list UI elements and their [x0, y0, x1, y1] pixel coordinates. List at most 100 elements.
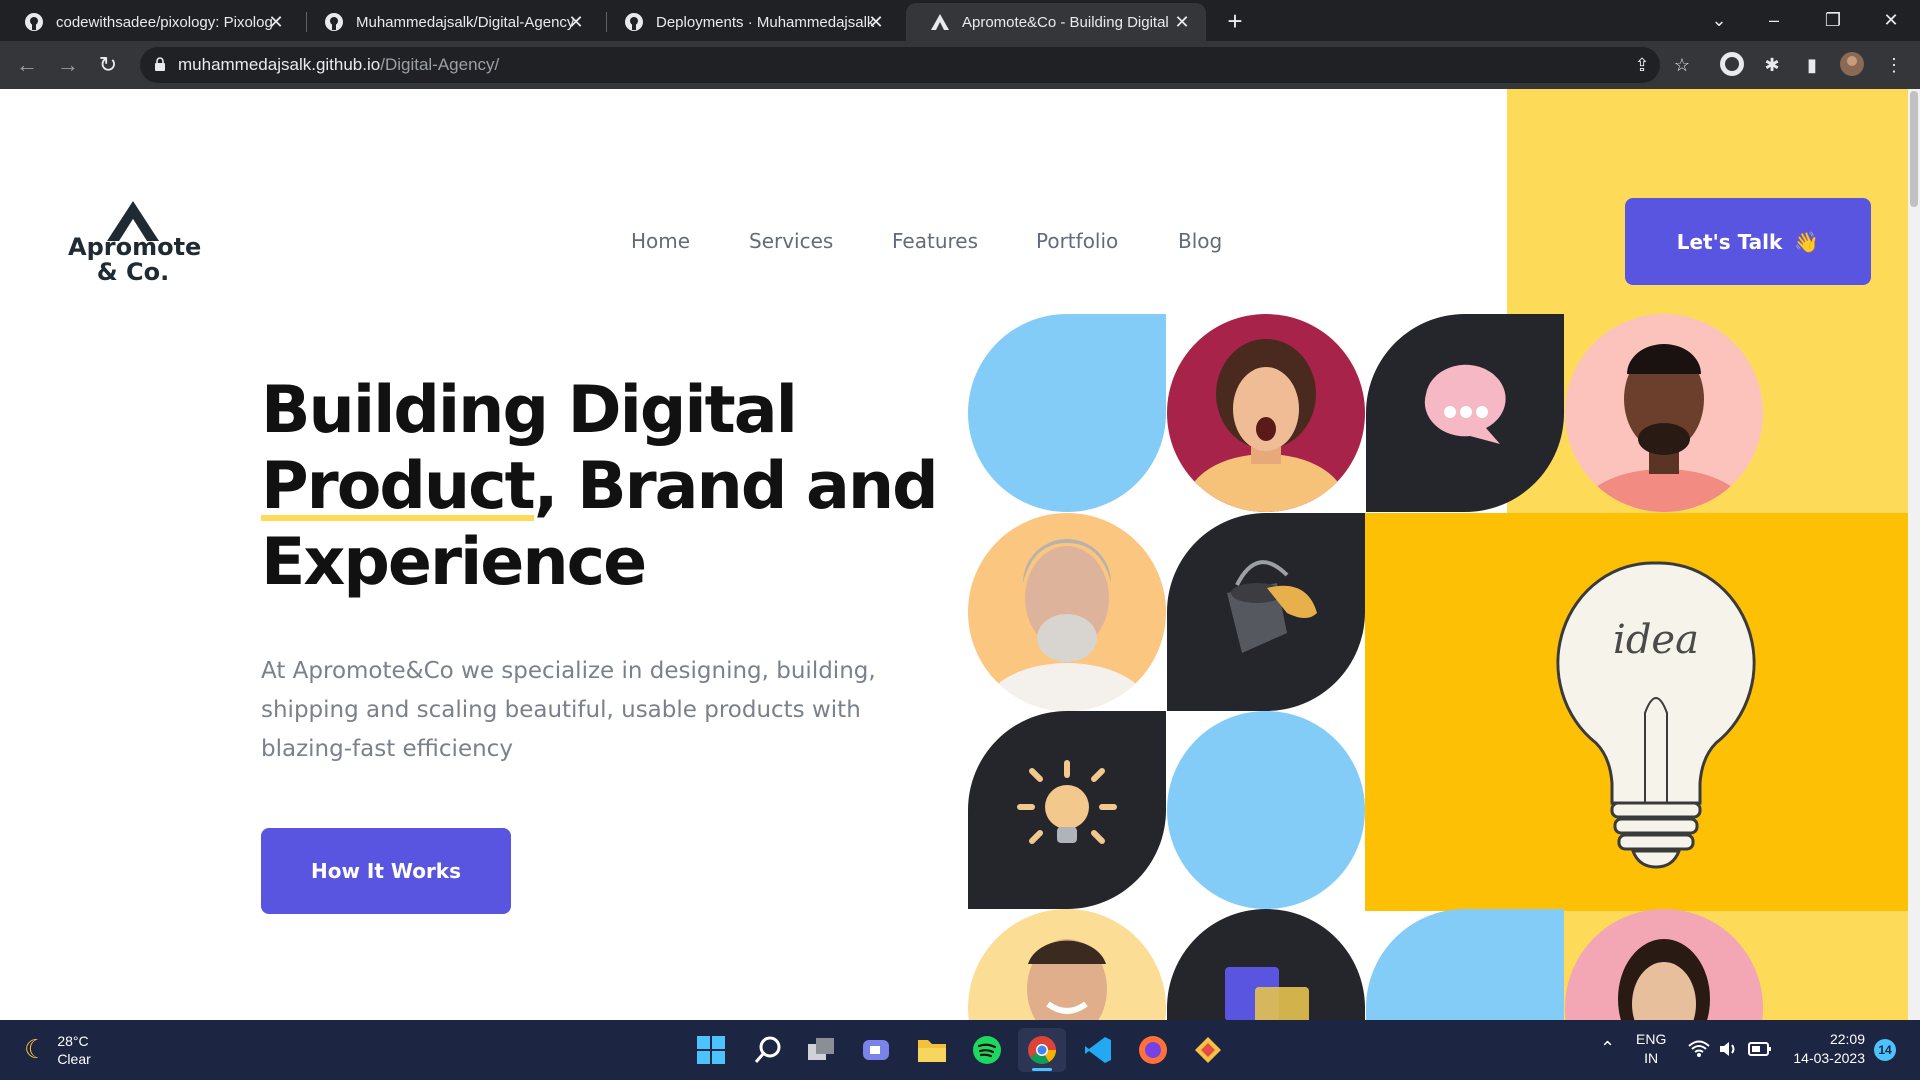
chrome-icon[interactable]	[1018, 1028, 1066, 1072]
task-view-icon[interactable]	[806, 1036, 836, 1064]
hero-headline: Building Digital Product, Brand and Expe…	[261, 373, 961, 601]
lightbulb-icon	[1017, 760, 1117, 844]
url-path: /Digital-Agency/	[380, 55, 500, 74]
blue-circle-tile	[1167, 711, 1365, 909]
avatar[interactable]	[1838, 51, 1866, 79]
clock-time: 22:09	[1829, 1031, 1865, 1047]
tab-title: Apromote&Co - Building Digital	[962, 13, 1169, 31]
notification-badge[interactable]: 14	[1874, 1039, 1896, 1061]
github-icon	[24, 12, 44, 32]
tab-title: codewithsadee/pixology: Pixolog	[56, 13, 273, 31]
site-logo[interactable]: Apromote & Co.	[68, 199, 202, 286]
back-icon[interactable]: ←	[13, 51, 41, 79]
logo-line-2: & Co.	[96, 258, 170, 286]
bookmark-star-icon[interactable]: ☆	[1670, 53, 1694, 77]
minimize-icon[interactable]: –	[1754, 6, 1794, 34]
cta-label: Let's Talk	[1676, 229, 1783, 254]
weather-widget[interactable]: ☾ 28°C Clear	[24, 1032, 91, 1068]
headline-line-3: Experience	[261, 525, 647, 600]
battery-icon[interactable]	[1748, 1041, 1772, 1057]
close-icon[interactable]: ✕	[1172, 12, 1192, 32]
git-kraken-icon[interactable]	[1193, 1035, 1223, 1065]
headline-line-2: Product, Brand and	[261, 449, 961, 525]
language-indicator[interactable]: ENG IN	[1636, 1030, 1666, 1068]
apromote-logo-icon	[930, 12, 950, 32]
volume-icon[interactable]	[1718, 1040, 1740, 1058]
how-label: How It Works	[310, 859, 462, 883]
github-icon	[324, 12, 344, 32]
close-icon[interactable]: ✕	[566, 12, 586, 32]
svg-text:idea: idea	[1613, 617, 1699, 663]
blue-leaf-tile	[968, 314, 1166, 512]
spotify-icon[interactable]	[972, 1035, 1002, 1065]
clock-date: 14-03-2023	[1793, 1050, 1865, 1066]
wifi-icon[interactable]	[1688, 1040, 1710, 1058]
browser-tab[interactable]: Deployments · Muhammedajsalk ✕	[600, 3, 900, 41]
weather-desc: Clear	[57, 1051, 91, 1067]
file-explorer-icon[interactable]	[916, 1036, 948, 1064]
browser-tab-bar: codewithsadee/pixology: Pixolog ✕ Muhamm…	[0, 0, 1920, 41]
nav-portfolio[interactable]: Portfolio	[1036, 229, 1118, 253]
address-bar[interactable]: muhammedajsalk.github.io/Digital-Agency/…	[140, 47, 1690, 83]
side-panel-icon[interactable]: ▮	[1798, 51, 1826, 79]
nav-home[interactable]: Home	[631, 229, 690, 253]
nav-features[interactable]: Features	[892, 229, 978, 253]
show-hidden-icons[interactable]: ⌃	[1600, 1038, 1615, 1059]
vscode-icon[interactable]	[1083, 1035, 1113, 1065]
logo-line-1: Apromote	[68, 233, 202, 261]
idea-sparkle-tile	[968, 711, 1166, 909]
how-it-works-button[interactable]: How It Works	[261, 828, 511, 914]
older-man-portrait-photo	[968, 513, 1166, 711]
windows-taskbar: ☾ 28°C Clear ⌃ ENG IN 22:09 14-03-2023 1…	[0, 1020, 1920, 1080]
idea-bulb-banner: idea	[1365, 513, 1908, 911]
headline-underlined-word: Product	[261, 449, 536, 524]
new-tab-button[interactable]: +	[1222, 8, 1248, 34]
clock[interactable]: 22:09 14-03-2023	[1785, 1030, 1865, 1068]
headline-line-1: Building Digital	[261, 373, 798, 448]
waving-hand-icon: 👋	[1794, 229, 1820, 254]
web-page: Apromote & Co. Home Services Features Po…	[0, 89, 1908, 1020]
nav-services[interactable]: Services	[749, 229, 833, 253]
lang-code: ENG	[1636, 1031, 1667, 1047]
smiling-man-portrait-photo	[968, 909, 1166, 1020]
url-host: muhammedajsalk.github.io	[178, 55, 381, 74]
lock-icon	[155, 57, 165, 71]
headline-line-2-rest: , Brand and	[533, 449, 939, 524]
restore-icon[interactable]: ❐	[1813, 6, 1853, 34]
lets-talk-button[interactable]: Let's Talk 👋	[1625, 198, 1871, 285]
browser-tab-active[interactable]: Apromote&Co - Building Digital ✕	[906, 3, 1206, 41]
hero-lead-text: At Apromote&Co we specialize in designin…	[261, 658, 876, 762]
search-icon[interactable]	[752, 1034, 784, 1066]
man-portrait-photo	[1565, 314, 1763, 512]
browser-tab[interactable]: codewithsadee/pixology: Pixolog ✕	[0, 3, 300, 41]
blue-leaf-tile	[1366, 909, 1564, 1020]
chat-bubble-icon	[1424, 364, 1506, 444]
tab-search-icon[interactable]: ⌄	[1699, 6, 1739, 34]
notification-count: 14	[1878, 1043, 1892, 1057]
extensions-puzzle-icon[interactable]: ✱	[1758, 51, 1786, 79]
nav-blog[interactable]: Blog	[1178, 229, 1222, 253]
windows-start-icon[interactable]	[697, 1036, 725, 1064]
close-icon[interactable]: ✕	[866, 12, 886, 32]
reload-icon[interactable]: ↻	[94, 51, 122, 79]
lang-region: IN	[1644, 1050, 1659, 1066]
moon-icon: ☾	[24, 1035, 48, 1065]
menu-kebab-icon[interactable]: ⋮	[1880, 51, 1908, 79]
tab-title: Muhammedajsalk/Digital-Agency	[356, 13, 575, 31]
firefox-icon[interactable]	[1138, 1035, 1168, 1065]
scrollbar-thumb[interactable]	[1910, 91, 1918, 207]
extension-profile-icon[interactable]	[1718, 51, 1746, 79]
teams-chat-icon[interactable]	[861, 1036, 891, 1064]
page-scrollbar[interactable]	[1908, 89, 1920, 1020]
chat-bubble-tile	[1366, 314, 1564, 512]
weather-temp: 28°C	[57, 1033, 89, 1049]
browser-tab[interactable]: Muhammedajsalk/Digital-Agency ✕	[300, 3, 600, 41]
close-window-icon[interactable]: ✕	[1871, 6, 1911, 34]
url-text: muhammedajsalk.github.io/Digital-Agency/	[178, 55, 499, 75]
forward-icon[interactable]: →	[54, 51, 82, 79]
close-icon[interactable]: ✕	[266, 12, 286, 32]
idea-lightbulb-illustration: idea	[1556, 561, 1756, 869]
github-icon	[624, 12, 644, 32]
paint-bucket-tile	[1167, 513, 1365, 711]
share-icon[interactable]: ⇪	[1630, 53, 1654, 77]
